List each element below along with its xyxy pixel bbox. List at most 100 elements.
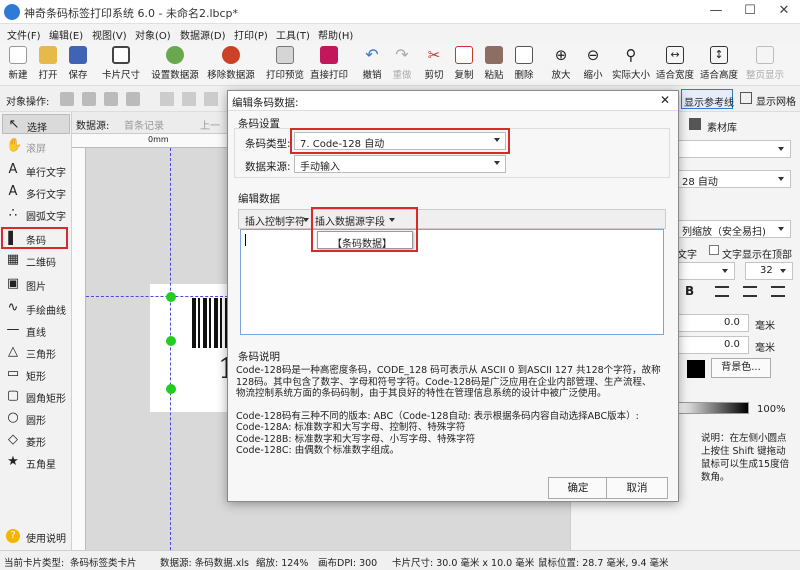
menu-print[interactable]: 打印(P) [234, 27, 268, 42]
actual-size-button[interactable]: ⚲ 实际大小 [610, 46, 652, 84]
resize-handle[interactable] [166, 292, 176, 302]
tool-line[interactable]: — 直线 [2, 320, 70, 340]
app-logo-icon [4, 4, 20, 20]
set-datasource-button[interactable]: 设置数据源 [148, 46, 202, 84]
align-center-icon[interactable] [743, 286, 757, 297]
tool-palette: ↖ 选择 ✋ 滚屏 A 单行文字 A 多行文字 ∴ 圆弧文字 ▌ 条码 ▦ 二维码 ▣ 图片 ∿… [0, 112, 72, 550]
insert-control-char-button[interactable]: 插入控制字符 [245, 213, 305, 228]
zoom-in-button[interactable]: ⊕ 放大 [546, 46, 576, 84]
zoom-out-icon: ⊖ [586, 46, 600, 64]
tool-triangle[interactable]: △ 三角形 [2, 342, 70, 362]
barcode-object[interactable] [192, 298, 228, 348]
background-color-button[interactable]: 背景色... [711, 358, 771, 378]
show-guides-toggle[interactable]: 显示参考线 [681, 89, 734, 109]
show-grid-toggle[interactable]: 显示网格 [756, 93, 796, 108]
remove-datasource-button[interactable]: 移除数据源 [204, 46, 258, 84]
text-top-checkbox[interactable] [709, 245, 719, 255]
material-library-tab[interactable]: 素材库 [707, 119, 737, 134]
save-button[interactable]: 保存 [64, 46, 92, 84]
barcode-data-editor[interactable] [240, 229, 664, 335]
help-link[interactable]: ? 使用说明 [2, 526, 70, 546]
first-record-button[interactable]: 首条记录 [124, 117, 164, 132]
layer-up-icon[interactable] [82, 92, 96, 106]
menu-help[interactable]: 帮助(H) [318, 27, 353, 42]
dialog-close-button[interactable]: ✕ [660, 93, 670, 107]
prev-record-button[interactable]: 上一 [200, 117, 220, 132]
delete-button[interactable]: 删除 [510, 46, 538, 84]
fit-width-button[interactable]: ↔ 适合宽度 [654, 46, 696, 84]
tool-qrcode[interactable]: ▦ 二维码 [2, 250, 70, 270]
whole-page-button[interactable]: 整页显示 [742, 46, 788, 84]
ok-button[interactable]: 确定 [548, 477, 608, 499]
opacity-slider[interactable] [677, 402, 749, 414]
left-offset-input[interactable]: 0.0 [677, 314, 749, 332]
redo-button[interactable]: ↷ 重做 [388, 46, 416, 84]
undo-button[interactable]: ↶ 撤销 [358, 46, 386, 84]
fit-height-button[interactable]: ↕ 适合高度 [698, 46, 740, 84]
line-icon: — [6, 322, 20, 337]
circle-icon: ○ [7, 410, 19, 425]
arc-text-icon: ∴ [8, 206, 18, 221]
zoom-out-button[interactable]: ⊖ 缩小 [578, 46, 608, 84]
tool-multi-line-text[interactable]: A 多行文字 [2, 182, 70, 202]
align-right-icon[interactable] [204, 92, 218, 106]
magnifier-icon: ⚲ [625, 46, 637, 64]
main-toolbar: 新建 打开 保存 卡片尺寸 设置数据源 移除数据源 打印预览 直接打印 ↶ 撤销 … [0, 44, 800, 86]
resize-handle[interactable] [166, 336, 176, 346]
bold-button[interactable]: B [685, 284, 694, 298]
card-size-button[interactable]: 卡片尺寸 [98, 46, 144, 84]
paste-icon [485, 46, 503, 64]
copy-button[interactable]: 复制 [450, 46, 478, 84]
tool-circle[interactable]: ○ 圆形 [2, 408, 70, 428]
data-source-label: 数据来源: [245, 161, 291, 173]
layer-down-icon[interactable] [104, 92, 118, 106]
top-offset-input[interactable]: 0.0 [677, 336, 749, 354]
tool-image[interactable]: ▣ 图片 [2, 274, 70, 294]
print-preview-button[interactable]: 打印预览 [264, 46, 306, 84]
guide-line-horizontal [86, 296, 228, 297]
cut-button[interactable]: ✂ 剪切 [420, 46, 448, 84]
font-combo[interactable] [677, 262, 735, 280]
tool-single-line-text[interactable]: A 单行文字 [2, 160, 70, 180]
tool-select[interactable]: ↖ 选择 [2, 114, 70, 134]
menu-tools[interactable]: 工具(T) [276, 27, 310, 42]
cancel-button[interactable]: 取消 [606, 477, 668, 499]
tool-rounded-rect[interactable]: ▢ 圆角矩形 [2, 386, 70, 406]
resize-handle[interactable] [166, 384, 176, 394]
tool-rectangle[interactable]: ▭ 矩形 [2, 364, 70, 384]
guide-line-vertical [170, 148, 171, 550]
maximize-button[interactable]: ☐ [734, 0, 766, 24]
tool-diamond[interactable]: ◇ 菱形 [2, 430, 70, 450]
status-card-size: 卡片尺寸: 30.0 毫米 x 10.0 毫米 [392, 558, 535, 569]
align-left-icon[interactable] [160, 92, 174, 106]
menu-datasource[interactable]: 数据源(D) [180, 27, 226, 42]
close-window-button[interactable]: ✕ [768, 0, 800, 24]
card-type-value[interactable]: 条码标签类卡片 [70, 555, 137, 569]
minimize-button[interactable]: — [700, 0, 732, 24]
font-size-combo[interactable]: 32 [745, 262, 793, 280]
data-source-select[interactable]: 手动输入 [294, 155, 506, 173]
align-left-icon[interactable] [715, 286, 729, 297]
barcode-type-combo[interactable]: 28 自动 [677, 170, 791, 188]
menu-view[interactable]: 视图(V) [92, 27, 127, 42]
scale-mode-combo[interactable]: 列缩放（安全易扫) [677, 220, 791, 238]
align-right-icon[interactable] [771, 286, 785, 297]
paste-button[interactable]: 粘贴 [480, 46, 508, 84]
color-swatch[interactable] [687, 360, 705, 378]
align-center-icon[interactable] [182, 92, 196, 106]
menu-file[interactable]: 文件(F) [7, 27, 41, 42]
tool-freehand[interactable]: ∿ 手绘曲线 [2, 298, 70, 318]
direct-print-button[interactable]: 直接打印 [308, 46, 350, 84]
tool-arc-text[interactable]: ∴ 圆弧文字 [2, 204, 70, 224]
property-combo-1[interactable] [677, 140, 791, 158]
layer-bottom-icon[interactable] [126, 92, 140, 106]
text-caret [245, 234, 246, 246]
text-label: 文字 [677, 250, 697, 261]
menu-edit[interactable]: 编辑(E) [49, 27, 83, 42]
open-button[interactable]: 打开 [34, 46, 62, 84]
tool-star[interactable]: ★ 五角星 [2, 452, 70, 472]
new-button[interactable]: 新建 [4, 46, 32, 84]
tool-scroll[interactable]: ✋ 滚屏 [2, 136, 70, 156]
layer-icon[interactable] [60, 92, 74, 106]
menu-object[interactable]: 对象(O) [135, 27, 171, 42]
